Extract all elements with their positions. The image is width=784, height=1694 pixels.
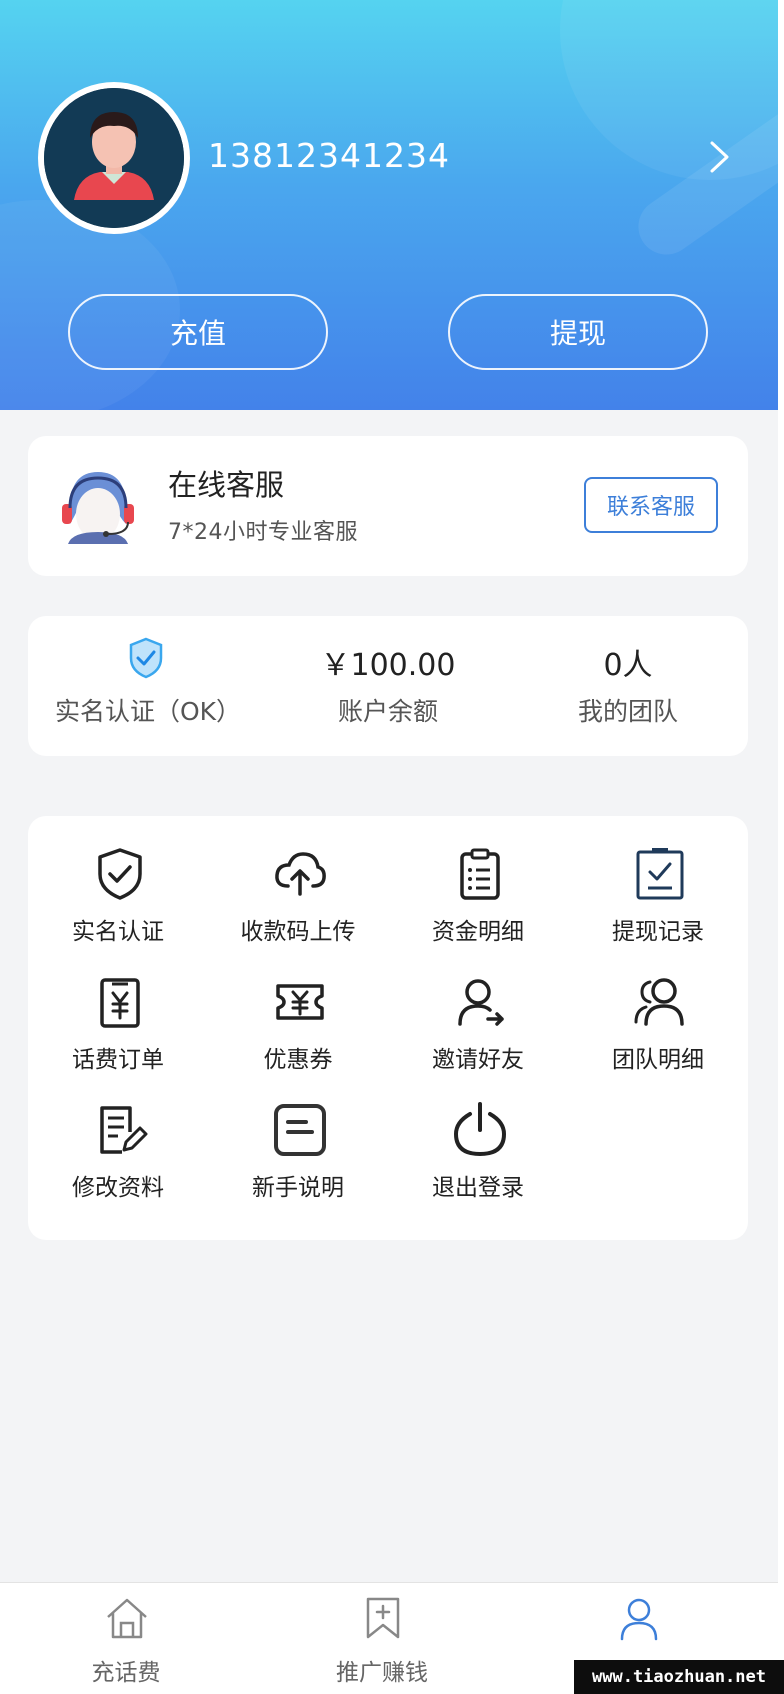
cloud-upload-icon [275,852,326,896]
menu-item-edit-profile[interactable]: 修改资料 [28,1072,208,1201]
withdraw-button[interactable]: 提现 [448,294,708,370]
customer-service-subtitle: 7*24小时专业客服 [168,520,358,545]
team-count-value: 0人 [603,648,653,683]
balance-stat[interactable]: ￥100.00 账户余额 [268,616,508,756]
customer-service-card: 在线客服 7*24小时专业客服 联系客服 [28,436,748,576]
shield-check-icon [98,848,142,900]
guide-icon [274,1104,326,1156]
profile-header: 13812341234 充值 提现 [0,0,778,410]
menu-item-phone-bill-orders[interactable]: 话费订单 [28,944,208,1073]
team-label: 我的团队 [577,697,678,726]
function-menu-card: 实名认证 收款码上传 资金明细 提现记录 话费订单 优惠券 邀请好友 团队明细 … [28,816,748,1240]
menu-item-logout[interactable]: 退出登录 [388,1072,568,1201]
nav-item-label: 推广赚钱 [336,1660,428,1686]
menu-item-label: 新手说明 [252,1175,344,1201]
menu-item-upload-payment-code[interactable]: 收款码上传 [208,816,388,945]
recharge-button[interactable]: 充值 [68,294,328,370]
verify-status-label: 实名认证（OK） [54,697,242,726]
yuan-bill-icon [100,978,140,1028]
menu-item-label: 话费订单 [72,1047,164,1073]
menu-item-label: 邀请好友 [432,1047,524,1073]
nav-item-label: 充话费 [91,1660,161,1686]
menu-item-label: 资金明细 [432,919,524,945]
chevron-right-icon[interactable] [708,140,732,174]
menu-item-label: 收款码上传 [240,919,356,945]
page: 13812341234 充值 提现 在线客服 7*24小时专业客服 联系客服 实… [0,0,778,1694]
user-icon [620,1598,658,1641]
user-phone: 13812341234 [208,136,450,175]
menu-item-withdraw-records[interactable]: 提现记录 [568,816,748,945]
balance-value: ￥100.00 [320,648,456,683]
menu-item-label: 提现记录 [612,919,704,945]
team-icon [634,978,684,1026]
account-stats-card: 实名认证（OK） ￥100.00 账户余额 0人 我的团队 [28,616,748,756]
menu-item-label: 修改资料 [72,1175,164,1201]
nav-item-recharge-phone[interactable]: 充话费 [26,1583,226,1694]
verify-stat[interactable]: 实名认证（OK） [28,616,268,756]
menu-item-label: 优惠券 [263,1047,333,1073]
avatar[interactable] [38,82,190,234]
home-icon [107,1598,147,1639]
coupon-icon [276,984,324,1020]
clipboard-list-icon [460,848,500,900]
team-stat[interactable]: 0人 我的团队 [508,616,748,756]
power-icon [453,1102,507,1157]
menu-item-label: 团队明细 [612,1047,704,1073]
menu-item-coupons[interactable]: 优惠券 [208,944,388,1073]
contact-service-button[interactable]: 联系客服 [584,477,718,533]
menu-item-invite-friends[interactable]: 邀请好友 [388,944,568,1073]
nav-item-promote-earn[interactable]: 推广赚钱 [282,1583,482,1694]
menu-item-beginner-guide[interactable]: 新手说明 [208,1072,388,1201]
balance-label: 账户余额 [337,697,438,726]
menu-item-fund-details[interactable]: 资金明细 [388,816,568,945]
customer-service-title: 在线客服 [168,468,285,502]
customer-service-icon [62,472,134,544]
menu-item-label: 实名认证 [72,919,164,945]
menu-item-team-details[interactable]: 团队明细 [568,944,748,1073]
invite-user-icon [458,979,504,1026]
avatar-person-icon [44,88,184,228]
menu-item-real-name-verify[interactable]: 实名认证 [28,816,208,945]
menu-item-label: 退出登录 [432,1175,524,1201]
clipboard-check-icon [636,848,684,900]
edit-document-icon [100,1106,148,1154]
bookmark-plus-icon [366,1597,400,1639]
watermark: www.tiaozhuan.net [574,1660,784,1694]
verified-shield-icon [129,637,163,679]
edge-strip [778,0,784,1694]
